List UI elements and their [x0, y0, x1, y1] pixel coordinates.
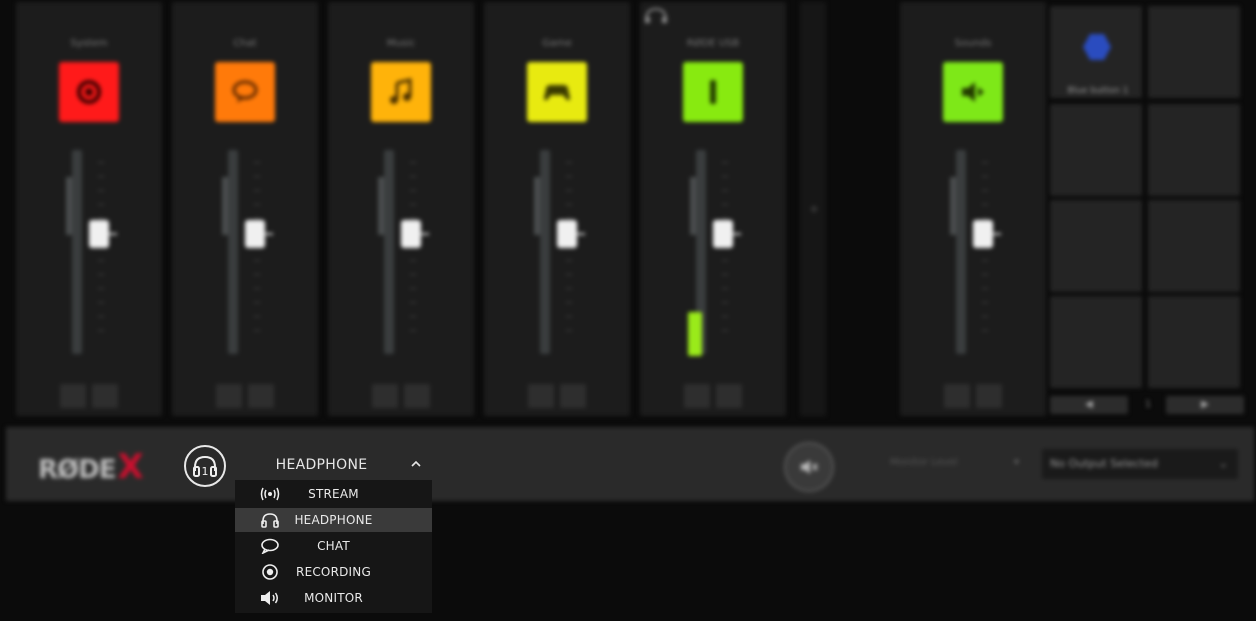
channel-label: Chat [233, 38, 257, 49]
fader-knob[interactable] [557, 220, 585, 248]
sound-pad[interactable] [1050, 296, 1142, 388]
channel-strip-game: Game [484, 2, 630, 416]
fader-track [384, 150, 394, 354]
mix-option-stream[interactable]: STREAM [235, 482, 432, 506]
mix-option-headphone[interactable]: HEADPHONE [235, 508, 432, 532]
headphone-icon: 1 [193, 455, 217, 478]
blue-button-icon [1083, 34, 1111, 60]
fader-knob[interactable] [245, 220, 273, 248]
channel-button-b[interactable] [92, 384, 118, 408]
system-icon[interactable] [59, 62, 119, 122]
pad-page-indicator: 1 [1144, 399, 1152, 410]
add-channel-button[interactable]: + [809, 202, 819, 216]
sound-pad[interactable] [1050, 200, 1142, 292]
fader-knob[interactable] [401, 220, 429, 248]
mix-option-recording[interactable]: RECORDING [235, 560, 432, 584]
mixer-panel: System Chat Music Game RØDE USB + Sounds… [0, 0, 1256, 430]
headphone-output-indicator[interactable]: 1 [184, 445, 226, 487]
mix-option-monitor[interactable]: MONITOR [235, 586, 432, 610]
fader-track [540, 150, 550, 354]
channel-button-b[interactable] [248, 384, 274, 408]
chevron-up-icon[interactable] [410, 459, 422, 469]
channel-strip-sounds: Sounds [900, 2, 1046, 416]
fader-knob[interactable] [89, 220, 117, 248]
fader-track [956, 150, 966, 354]
channel-button-a[interactable] [528, 384, 554, 408]
level-meter [688, 312, 702, 356]
fader-knob[interactable] [973, 220, 1001, 248]
sound-pad[interactable] [1148, 104, 1240, 196]
chevron-down-icon[interactable]: ▾ [1014, 457, 1019, 468]
mix-option-chat[interactable]: CHAT [235, 534, 432, 558]
channel-strip-chat: Chat [172, 2, 318, 416]
channel-strip-mic: RØDE USB [640, 2, 786, 416]
channel-button-b[interactable] [404, 384, 430, 408]
sound-pad[interactable] [1148, 6, 1240, 98]
channel-button-a[interactable] [60, 384, 86, 408]
monitor-level-label: Monitor Level [890, 457, 958, 468]
add-channel-column[interactable]: + [800, 2, 826, 416]
channel-button-a[interactable] [944, 384, 970, 408]
sound-pad-grid: Blue button 1 ◀ 1 ▶ [1050, 6, 1246, 416]
channel-label: System [70, 38, 108, 49]
channel-label: Music [386, 38, 416, 49]
channel-button-a[interactable] [216, 384, 242, 408]
channel-strip-music: Music [328, 2, 474, 416]
channel-label: Sounds [954, 38, 992, 49]
channel-button-a[interactable] [684, 384, 710, 408]
sound-pad[interactable]: Blue button 1 [1050, 6, 1142, 98]
speaker-mute-icon [801, 460, 818, 474]
fader-track [228, 150, 238, 354]
fader-track [72, 150, 82, 354]
sound-pad[interactable] [1148, 296, 1240, 388]
output-device-select[interactable]: No Output Selected ⌄ [1042, 449, 1238, 479]
music-icon[interactable] [371, 62, 431, 122]
selected-mix-label: HEADPHONE [275, 457, 368, 473]
channel-strip-system: System [16, 2, 162, 416]
pad-next-button[interactable]: ▶ [1166, 396, 1244, 414]
fader-knob[interactable] [713, 220, 741, 248]
sound-pad[interactable] [1050, 104, 1142, 196]
channel-label: Game [542, 38, 572, 49]
pad-label: Blue button 1 [1067, 86, 1129, 96]
headphone-badge: 1 [202, 465, 209, 478]
mix-select-header[interactable]: HEADPHONE [235, 451, 432, 480]
channel-button-b[interactable] [976, 384, 1002, 408]
gamepad-icon[interactable] [527, 62, 587, 122]
sounds-icon[interactable] [943, 62, 1003, 122]
channel-label: RØDE USB [686, 38, 740, 49]
sound-pad[interactable] [1148, 200, 1240, 292]
channel-button-b[interactable] [716, 384, 742, 408]
channel-button-b[interactable] [560, 384, 586, 408]
mix-select-dropdown[interactable]: HEADPHONE STREAM HEADPHONE CHAT RECORDIN… [235, 451, 432, 613]
channel-button-a[interactable] [372, 384, 398, 408]
chevron-down-icon: ⌄ [1218, 457, 1228, 470]
microphone-icon[interactable] [683, 62, 743, 122]
monitor-mute-button[interactable] [784, 442, 834, 492]
pad-prev-button[interactable]: ◀ [1050, 396, 1128, 414]
chat-icon[interactable] [215, 62, 275, 122]
rode-x-logo: RØDEX [38, 447, 144, 487]
headset-route-icon[interactable] [643, 6, 669, 24]
